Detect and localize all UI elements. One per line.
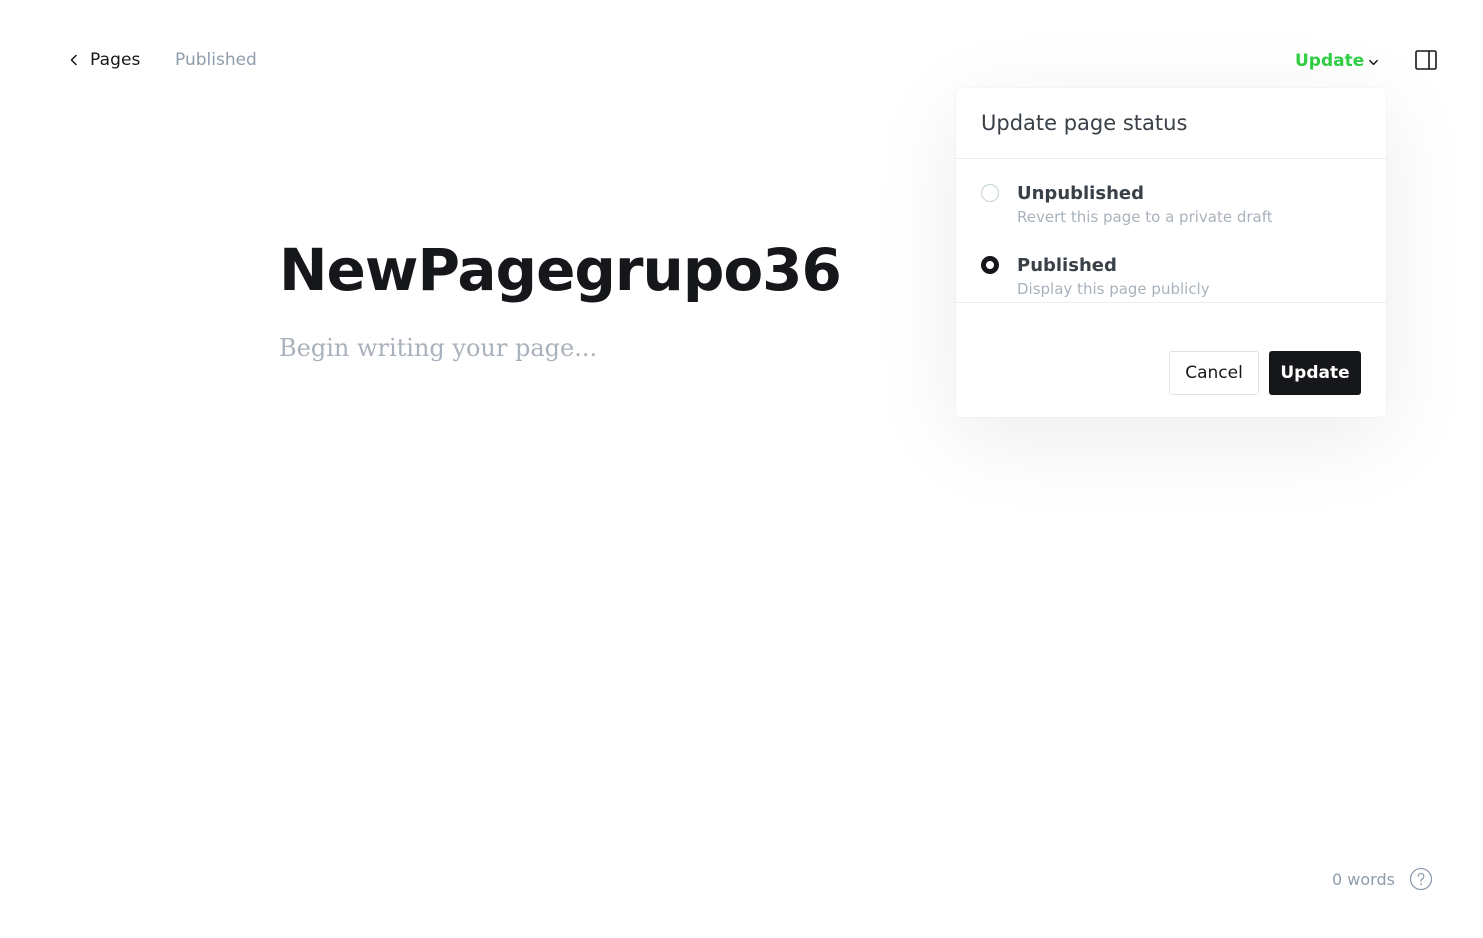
option-description: Display this page publicly bbox=[1017, 280, 1210, 298]
chevron-down-icon bbox=[1369, 59, 1379, 66]
option-label: Unpublished bbox=[1017, 183, 1144, 204]
page-editor: Pages Published Update NewPagegrupo36 Be… bbox=[0, 0, 1483, 938]
page-title[interactable]: NewPagegrupo36 bbox=[279, 236, 842, 304]
back-to-pages-link[interactable]: Pages bbox=[68, 48, 141, 72]
popover-title: Update page status bbox=[981, 111, 1188, 135]
settings-sidebar-toggle[interactable] bbox=[1414, 48, 1438, 72]
update-status-popover: Update page status Unpublished Revert th… bbox=[956, 88, 1386, 417]
radio-unpublished[interactable] bbox=[981, 184, 999, 202]
sidebar-toggle-icon bbox=[1415, 50, 1437, 70]
option-label: Published bbox=[1017, 255, 1117, 276]
cancel-button[interactable]: Cancel bbox=[1169, 350, 1259, 395]
status-options: Unpublished Revert this page to a privat… bbox=[956, 159, 1386, 303]
option-description: Revert this page to a private draft bbox=[1017, 208, 1273, 226]
update-dropdown-trigger[interactable]: Update bbox=[1295, 49, 1379, 73]
question-circle-icon bbox=[1409, 867, 1433, 891]
word-count: 0 words bbox=[1332, 870, 1395, 889]
back-link-label: Pages bbox=[90, 50, 141, 70]
update-button[interactable]: Update bbox=[1269, 350, 1361, 395]
update-trigger-label: Update bbox=[1295, 51, 1365, 71]
option-published[interactable]: Published Display this page publicly bbox=[981, 255, 1361, 299]
option-unpublished[interactable]: Unpublished Revert this page to a privat… bbox=[981, 183, 1361, 227]
popover-header: Update page status bbox=[956, 88, 1386, 159]
popover-footer: Cancel Update bbox=[956, 328, 1386, 417]
chevron-left-icon bbox=[70, 54, 77, 66]
help-button[interactable] bbox=[1409, 867, 1433, 891]
post-status-indicator: Published bbox=[175, 50, 257, 70]
editor-body-placeholder[interactable]: Begin writing your page... bbox=[279, 334, 597, 362]
radio-published[interactable] bbox=[981, 256, 999, 274]
